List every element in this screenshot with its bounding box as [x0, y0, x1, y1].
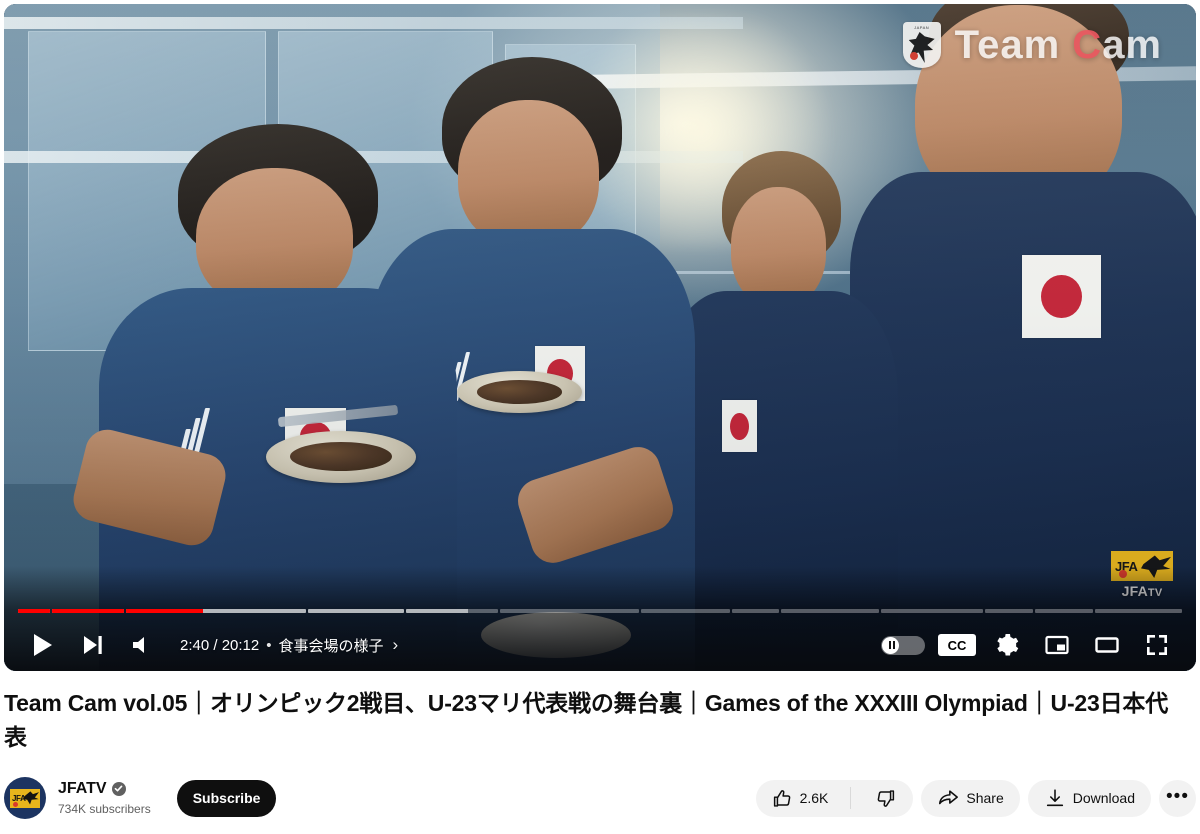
- video-actions: 2.6K Share Download •••: [755, 779, 1196, 817]
- subscribe-button[interactable]: Subscribe: [176, 779, 277, 817]
- scene-person-front: [68, 124, 457, 671]
- like-dislike-group: 2.6K: [755, 779, 914, 817]
- thumbs-down-icon: [878, 789, 895, 807]
- team-cam-text-first: Team: [954, 22, 1073, 67]
- progress-chapter-segment[interactable]: [125, 609, 306, 613]
- share-button[interactable]: Share: [921, 779, 1020, 817]
- chapter-title[interactable]: 食事会場の様子: [279, 635, 384, 656]
- fullscreen-icon: [1147, 635, 1167, 655]
- progress-chapter-segment[interactable]: [18, 609, 50, 613]
- team-cam-text-accent: C: [1072, 22, 1103, 67]
- jfatv-watermark: JFA JFATV: [1106, 551, 1178, 599]
- chapter-chevron-icon[interactable]: ›: [393, 635, 399, 655]
- thumbs-up-icon: [773, 789, 790, 807]
- crest-label: JAPAN: [914, 25, 930, 30]
- progress-chapter-segment[interactable]: [51, 609, 124, 613]
- verified-badge-icon: [111, 781, 126, 796]
- autoplay-toggle[interactable]: [876, 622, 930, 668]
- share-label: Share: [966, 790, 1004, 806]
- download-label: Download: [1072, 790, 1135, 806]
- download-button[interactable]: Download: [1027, 779, 1151, 817]
- jfatv-watermark-label: JFATV: [1106, 583, 1178, 599]
- team-cam-text-rest: am: [1102, 22, 1162, 67]
- jfatv-label-tv: TV: [1147, 587, 1163, 599]
- video-title: Team Cam vol.05｜オリンピック2戦目、U-23マリ代表戦の舞台裏｜…: [4, 690, 1168, 750]
- jfatv-label-main: JFA: [1121, 583, 1148, 599]
- like-button[interactable]: 2.6K: [756, 780, 844, 817]
- miniplayer-button[interactable]: [1034, 622, 1080, 668]
- jfa-crest-icon: JAPAN: [902, 22, 941, 68]
- progress-bar[interactable]: [18, 608, 1182, 614]
- time-chapter-separator: •: [266, 636, 272, 654]
- team-cam-text: Team Cam: [955, 23, 1162, 68]
- channel-avatar[interactable]: JFA: [4, 777, 46, 819]
- team-cam-watermark: JAPAN Team Cam: [902, 22, 1162, 68]
- progress-played: [18, 609, 50, 613]
- progress-chapter-segment[interactable]: [880, 609, 984, 613]
- progress-chapter-segment[interactable]: [307, 609, 404, 613]
- next-video-button[interactable]: [70, 622, 116, 668]
- autoplay-toggle-knob: [882, 636, 899, 654]
- channel-name[interactable]: JFATV: [58, 779, 107, 799]
- progress-buffered: [405, 609, 469, 613]
- progress-buffered: [307, 609, 404, 613]
- scene-person-center: [659, 150, 898, 671]
- channel-block[interactable]: JFA JFATV 734K subscribers Subscribe: [4, 777, 277, 819]
- youtube-watch-page: JAPAN Team Cam JFA JFATV 2:40 / 20:12 • …: [0, 0, 1200, 834]
- progress-chapter-segment[interactable]: [1035, 609, 1094, 613]
- player-control-bar: 2:40 / 20:12 • 食事会場の様子 › CC: [4, 619, 1196, 671]
- progress-played: [51, 609, 124, 613]
- like-dislike-divider: [850, 787, 852, 809]
- channel-name-row: JFATV: [58, 779, 151, 799]
- settings-button[interactable]: [984, 622, 1030, 668]
- player-controls-left: 2:40 / 20:12 • 食事会場の様子 ›: [20, 622, 398, 668]
- progress-chapter-segment[interactable]: [780, 609, 879, 613]
- fullscreen-button[interactable]: [1134, 622, 1180, 668]
- scene-plate-food: [266, 430, 417, 483]
- video-player[interactable]: JAPAN Team Cam JFA JFATV 2:40 / 20:12 • …: [4, 4, 1196, 671]
- progress-played: [125, 609, 204, 613]
- jfatv-badge-icon: JFA: [1111, 551, 1173, 581]
- share-icon: [939, 790, 959, 805]
- time-display: 2:40 / 20:12: [180, 636, 260, 654]
- subscriber-count: 734K subscribers: [58, 801, 151, 816]
- like-count: 2.6K: [799, 790, 829, 806]
- download-icon: [1046, 789, 1063, 807]
- progress-chapter-segment[interactable]: [1095, 609, 1182, 613]
- theater-icon: [1095, 637, 1119, 653]
- video-frame[interactable]: JAPAN Team Cam JFA JFATV: [4, 4, 1196, 671]
- progress-chapter-segment[interactable]: [731, 609, 779, 613]
- autoplay-toggle-track: [881, 635, 925, 655]
- progress-chapter-segment[interactable]: [641, 609, 730, 613]
- subtitles-cc-button[interactable]: CC: [934, 622, 980, 668]
- cc-icon: CC: [938, 634, 976, 656]
- dislike-button[interactable]: [858, 780, 913, 817]
- progress-chapter-segment[interactable]: [405, 609, 498, 613]
- volume-button[interactable]: [120, 622, 166, 668]
- scene-plate: [456, 370, 582, 413]
- more-actions-button[interactable]: •••: [1159, 779, 1196, 817]
- gear-icon: [997, 634, 1019, 656]
- video-meta-row: JFA JFATV 734K subscribers Subscribe 2.6…: [4, 766, 1196, 830]
- miniplayer-icon: [1045, 635, 1069, 655]
- player-controls-right: CC: [876, 622, 1180, 668]
- progress-chapter-segment[interactable]: [985, 609, 1034, 613]
- japan-flag-patch: [1021, 254, 1101, 339]
- progress-chapter-segment[interactable]: [499, 609, 640, 613]
- theater-mode-button[interactable]: [1084, 622, 1130, 668]
- time-and-chapter[interactable]: 2:40 / 20:12 • 食事会場の様子 ›: [180, 635, 398, 656]
- play-button[interactable]: [20, 622, 66, 668]
- channel-text: JFATV 734K subscribers: [58, 779, 151, 818]
- jfa-avatar-icon: JFA: [10, 788, 40, 808]
- japan-flag-patch: [721, 400, 758, 453]
